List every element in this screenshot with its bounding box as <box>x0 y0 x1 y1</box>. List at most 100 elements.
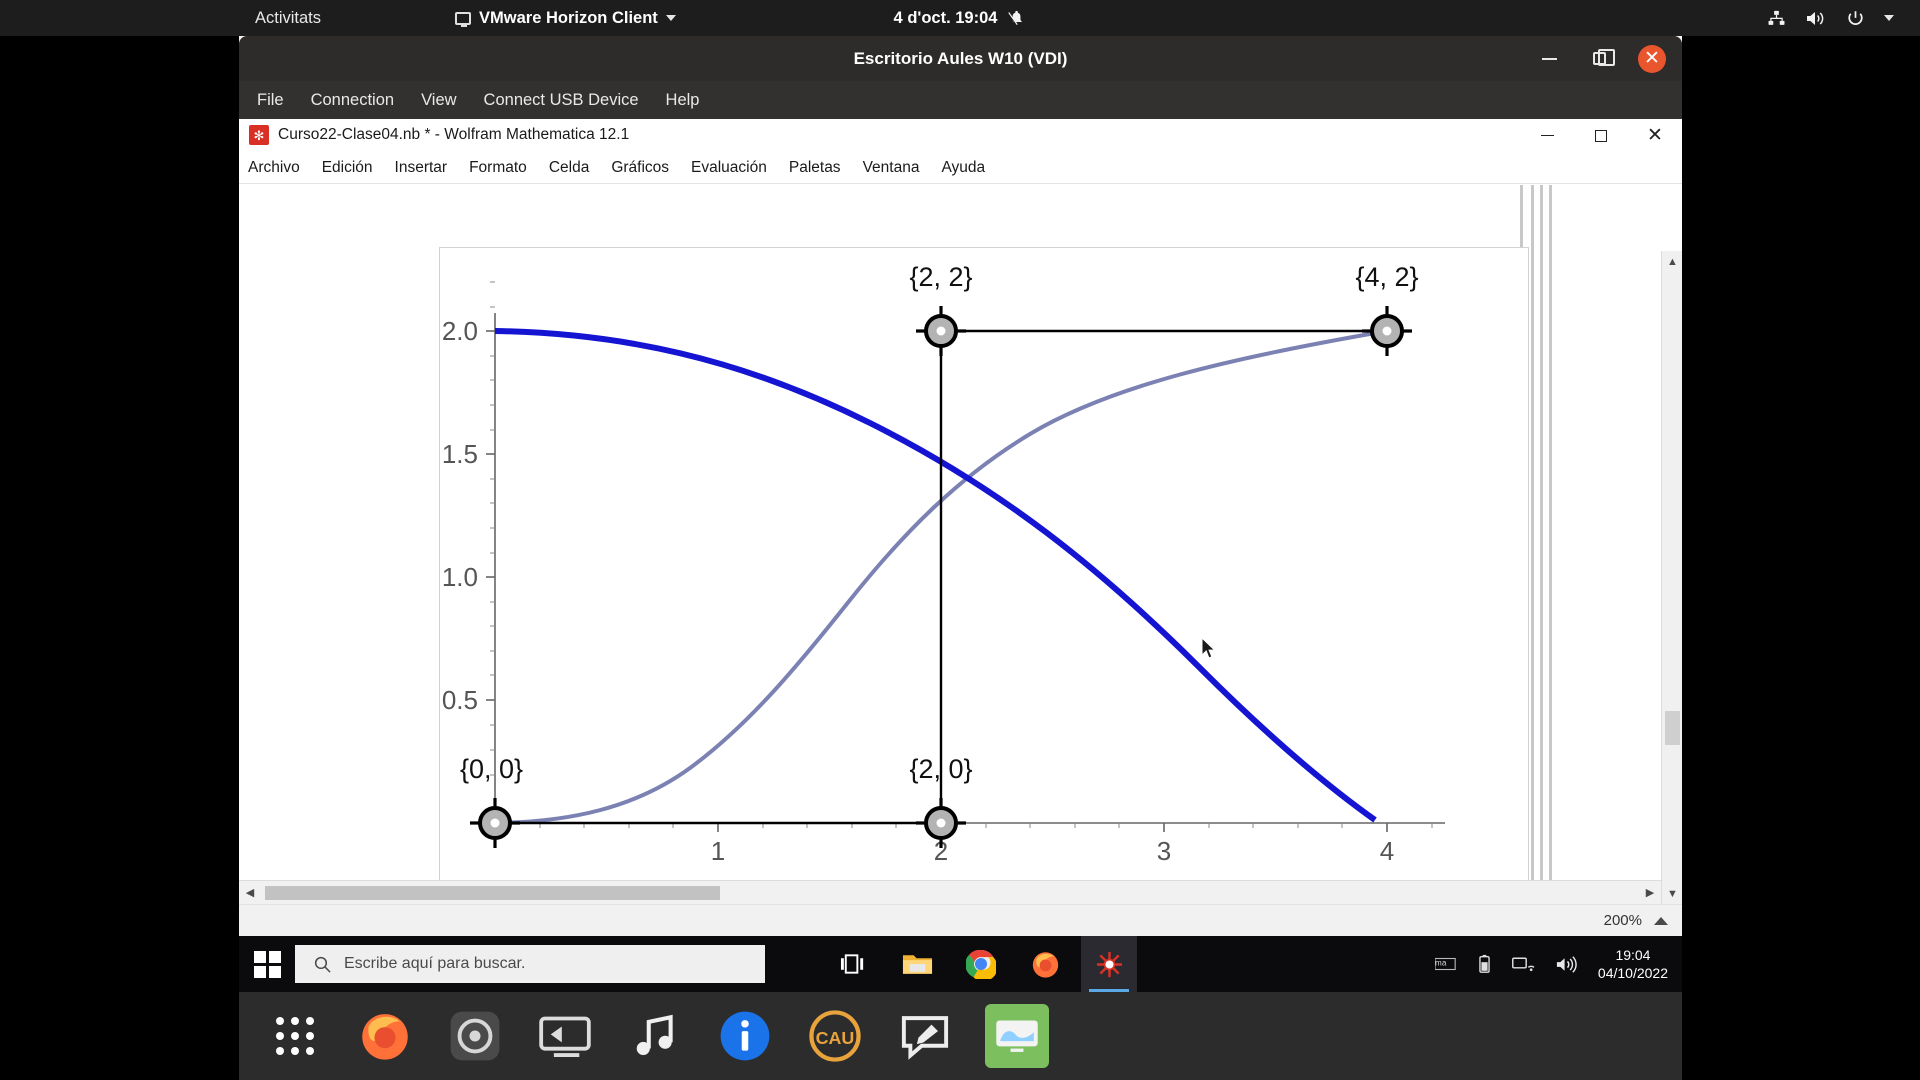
mathematica-window: ✻ Curso22-Clase04.nb * - Wolfram Mathema… <box>239 119 1682 936</box>
settings-icon[interactable] <box>445 1006 505 1066</box>
mathematica-title-bar[interactable]: ✻ Curso22-Clase04.nb * - Wolfram Mathema… <box>239 119 1682 152</box>
menu-item-connect-usb-device[interactable]: Connect USB Device <box>484 91 639 110</box>
windows-system-tray: ᵐᵃ 19:04 04/10/2022 <box>1434 946 1682 982</box>
bell-muted-icon <box>1008 10 1022 26</box>
menu-item-graficos[interactable]: Gráficos <box>611 159 669 177</box>
y-tick-label: 1.0 <box>442 562 478 592</box>
chrome-icon[interactable] <box>953 936 1009 992</box>
restore-button[interactable] <box>1588 48 1615 70</box>
menu-item-insertar[interactable]: Insertar <box>395 159 448 177</box>
app-menu-button[interactable]: VMware Horizon Client <box>455 9 676 28</box>
menu-item-formato[interactable]: Formato <box>469 159 527 177</box>
menu-item-connection[interactable]: Connection <box>311 91 394 110</box>
vmware-menu-bar: File Connection View Connect USB Device … <box>239 81 1682 119</box>
cell-bracket[interactable] <box>1540 185 1543 936</box>
clock-button[interactable]: 4 d'oct. 19:04 <box>894 9 1027 28</box>
maximize-button[interactable] <box>1574 119 1628 152</box>
scroll-up-button[interactable]: ▲ <box>1662 251 1683 272</box>
remote-desktop-icon[interactable] <box>535 1006 595 1066</box>
app-menu-label: VMware Horizon Client <box>479 8 658 27</box>
graphics-output-frame[interactable]: 0.5 1.0 1.5 2.0 1 2 3 4 {0, 0} {2, 0} {2… <box>439 247 1529 887</box>
vertical-scroll-thumb[interactable] <box>1665 711 1680 745</box>
mathematica-menu-bar: Archivo Edición Insertar Formato Celda G… <box>239 152 1682 184</box>
network-icon <box>1768 10 1785 25</box>
menu-item-view[interactable]: View <box>421 91 456 110</box>
clock-date: 04/10/2022 <box>1597 965 1668 981</box>
annotated-point-label: {2, 2} <box>909 262 972 292</box>
menu-item-ayuda[interactable]: Ayuda <box>941 159 985 177</box>
gnome-top-bar: Activitats VMware Horizon Client 4 d'oct… <box>0 0 1920 36</box>
annotated-point-2-0[interactable] <box>916 798 966 848</box>
y-axis-ticks <box>486 330 495 701</box>
network-icon[interactable] <box>1511 955 1535 973</box>
menu-item-evaluacion[interactable]: Evaluación <box>691 159 767 177</box>
menu-item-celda[interactable]: Celda <box>549 159 590 177</box>
screen: Activitats VMware Horizon Client 4 d'oct… <box>0 0 1920 1080</box>
taskbar-pinned-apps <box>825 936 1137 992</box>
triangle-up-icon[interactable] <box>1654 916 1668 925</box>
y-tick-label: 0.5 <box>442 685 478 715</box>
chevron-down-icon[interactable] <box>1884 15 1894 21</box>
annotated-point-2-2[interactable] <box>916 306 966 356</box>
menu-item-edicion[interactable]: Edición <box>322 159 373 177</box>
zoom-level-label[interactable]: 200% <box>1604 912 1642 929</box>
mathematica-icon[interactable] <box>1081 936 1137 992</box>
scroll-left-button[interactable]: ◀ <box>239 881 261 905</box>
scroll-down-button[interactable]: ▼ <box>1662 883 1683 904</box>
clock-label: 4 d'oct. 19:04 <box>893 8 998 27</box>
scroll-right-button[interactable]: ▶ <box>1639 881 1661 905</box>
mathematica-icon: ✻ <box>249 125 269 145</box>
y-tick-label: 2.0 <box>442 316 478 346</box>
close-button[interactable]: ✕ <box>1638 44 1666 73</box>
windows-start-button[interactable] <box>239 936 295 992</box>
annotated-point-0-0[interactable] <box>470 798 520 848</box>
annotated-point-label: {4, 2} <box>1355 262 1418 292</box>
notebook-canvas[interactable]: + <box>239 185 1682 936</box>
mathematica-window-controls: ✕ <box>1520 119 1682 152</box>
notebook-area: + <box>239 185 1682 936</box>
keyboard-lang-icon[interactable]: ᵐᵃ <box>1434 956 1457 972</box>
monitor-icon <box>455 11 472 27</box>
minimize-button[interactable] <box>1520 119 1574 152</box>
horizontal-scroll-track[interactable] <box>261 881 1639 905</box>
windows-taskbar: Escribe aquí para buscar. ᵐᵃ 19:04 04/10… <box>239 936 1682 992</box>
show-applications-icon[interactable] <box>265 1006 325 1066</box>
menu-item-file[interactable]: File <box>257 91 284 110</box>
volume-icon[interactable] <box>1555 955 1578 974</box>
x-tick-label: 1 <box>711 836 725 866</box>
mouse-cursor <box>1201 637 1216 659</box>
firefox-icon[interactable] <box>355 1006 415 1066</box>
cell-bracket[interactable] <box>1531 185 1534 936</box>
x-tick-label: 4 <box>1380 836 1394 866</box>
windows-search-box[interactable]: Escribe aquí para buscar. <box>295 945 765 983</box>
cell-bracket[interactable] <box>1549 185 1552 936</box>
menu-item-archivo[interactable]: Archivo <box>248 159 300 177</box>
close-button[interactable]: ✕ <box>1628 119 1682 152</box>
horizontal-scroll-thumb[interactable] <box>265 885 720 900</box>
info-icon[interactable] <box>715 1006 775 1066</box>
menu-item-help[interactable]: Help <box>666 91 700 110</box>
menu-item-ventana[interactable]: Ventana <box>863 159 920 177</box>
mathematica-window-title: Curso22-Clase04.nb * - Wolfram Mathemati… <box>278 126 630 143</box>
svg-text:CAU: CAU <box>816 1028 855 1048</box>
search-placeholder: Escribe aquí para buscar. <box>344 955 526 972</box>
mathematica-status-bar: 200% <box>239 904 1682 936</box>
vmware-window-controls: ✕ <box>1538 36 1666 81</box>
file-explorer-icon[interactable] <box>889 936 945 992</box>
music-icon[interactable] <box>625 1006 685 1066</box>
vmware-title-bar[interactable]: Escritorio Aules W10 (VDI) ✕ <box>239 36 1682 81</box>
activities-button[interactable]: Activitats <box>255 9 321 28</box>
menu-item-paletas[interactable]: Paletas <box>789 159 841 177</box>
vertical-scrollbar[interactable]: ▲ ▼ <box>1661 251 1682 904</box>
horizontal-scrollbar[interactable]: ◀ ▶ <box>239 880 1661 904</box>
battery-icon[interactable] <box>1477 954 1492 974</box>
feedback-icon[interactable] <box>895 1006 955 1066</box>
taskbar-clock[interactable]: 19:04 04/10/2022 <box>1598 946 1668 982</box>
annotated-point-4-2[interactable] <box>1362 306 1412 356</box>
task-view-icon[interactable] <box>825 936 881 992</box>
cau-icon[interactable]: CAU <box>805 1006 865 1066</box>
vmware-horizon-icon[interactable] <box>985 1004 1049 1068</box>
firefox-icon[interactable] <box>1017 936 1073 992</box>
minimize-button[interactable] <box>1538 48 1560 70</box>
system-tray[interactable] <box>1767 9 1894 28</box>
